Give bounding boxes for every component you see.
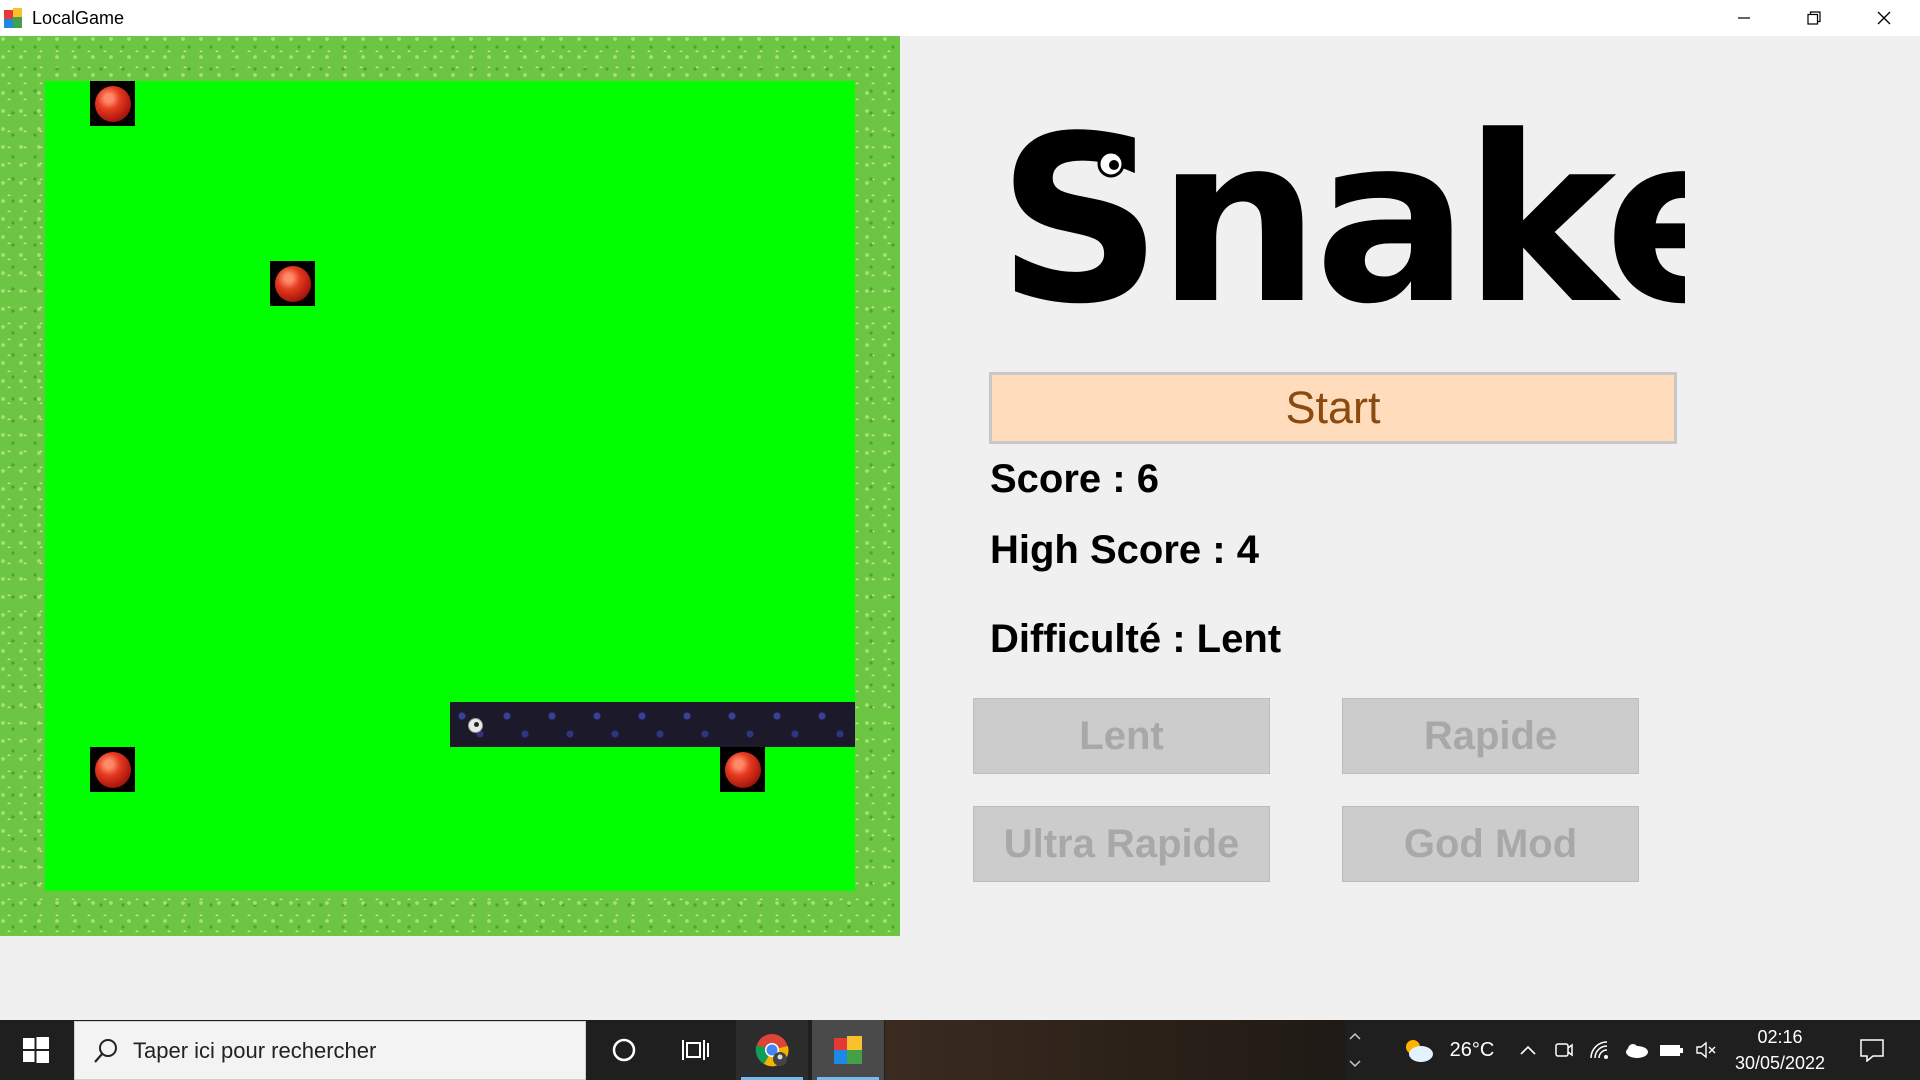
snake-head-eye-icon [468, 718, 483, 733]
network-button[interactable] [1585, 1020, 1615, 1080]
onedrive-cloud-icon [1626, 1044, 1648, 1058]
scroll-arrows-icon [1349, 1032, 1361, 1068]
chevron-up-icon [1520, 1045, 1536, 1055]
title-bar: LocalGame [0, 0, 1920, 36]
volume-muted-icon [1696, 1041, 1716, 1059]
ultra-rapide-button[interactable]: Ultra Rapide [973, 806, 1270, 882]
volume-button[interactable] [1692, 1020, 1720, 1080]
clock-date: 30/05/2022 [1734, 1053, 1826, 1073]
task-view-icon [682, 1040, 709, 1060]
restore-button[interactable] [1779, 0, 1849, 36]
meet-now-icon [1555, 1043, 1573, 1057]
windows-icon [23, 1037, 49, 1063]
weather-temperature[interactable]: 26°C [1444, 1020, 1500, 1080]
task-view-button[interactable] [662, 1020, 730, 1080]
minimize-icon [1738, 17, 1750, 19]
high-score-label: High Score : 4 [990, 528, 1259, 572]
battery-icon [1660, 1045, 1683, 1056]
chrome-icon [755, 1034, 789, 1067]
tray-overflow-button[interactable] [1514, 1020, 1542, 1080]
clock-time: 02:16 [1757, 1027, 1803, 1047]
minimize-button[interactable] [1709, 0, 1779, 36]
apple-icon [90, 747, 135, 792]
play-field [45, 81, 855, 891]
start-button[interactable]: Start [989, 372, 1677, 444]
restore-icon [1807, 11, 1821, 25]
god-mod-button[interactable]: God Mod [1342, 806, 1639, 882]
taskbar-chrome[interactable] [736, 1020, 808, 1080]
meet-now-button[interactable] [1550, 1020, 1578, 1080]
apple-icon [720, 747, 765, 792]
taskbar-clock[interactable]: 02:16 30/05/2022 [1720, 1024, 1840, 1076]
weather-cloud-sun-icon [1406, 1040, 1433, 1062]
search-placeholder: Taper ici pour rechercher [133, 1038, 377, 1063]
localgame-app-icon [834, 1036, 862, 1064]
snake-logo: Snake [985, 88, 1760, 355]
taskbar-scroll[interactable] [1345, 1020, 1365, 1080]
game-board[interactable] [0, 36, 900, 936]
weather-widget[interactable] [1398, 1020, 1438, 1080]
score-label: Score : 6 [990, 457, 1159, 501]
taskbar-spacer [885, 1020, 1345, 1080]
apple-icon [270, 261, 315, 306]
taskbar-search[interactable]: Taper ici pour rechercher [74, 1021, 586, 1080]
lent-button[interactable]: Lent [973, 698, 1270, 774]
app-icon [4, 8, 24, 28]
logo-text: Snake [997, 92, 1685, 332]
apple-icon [90, 81, 135, 126]
action-center-button[interactable] [1850, 1020, 1894, 1080]
cortana-button[interactable] [590, 1020, 658, 1080]
wifi-icon [1590, 1041, 1608, 1059]
notification-icon [1860, 1039, 1884, 1062]
search-icon [94, 1039, 117, 1063]
difficulty-label: Difficulté : Lent [990, 617, 1282, 661]
battery-button[interactable] [1656, 1020, 1688, 1080]
taskbar-localgame[interactable] [812, 1020, 884, 1080]
snake [450, 702, 855, 747]
close-icon [1877, 11, 1891, 25]
window-title: LocalGame [32, 8, 125, 28]
close-button[interactable] [1849, 0, 1919, 36]
onedrive-button[interactable] [1620, 1020, 1652, 1080]
rapide-button[interactable]: Rapide [1342, 698, 1639, 774]
cortana-circle-icon [612, 1038, 636, 1062]
start-menu-button[interactable] [0, 1020, 72, 1080]
